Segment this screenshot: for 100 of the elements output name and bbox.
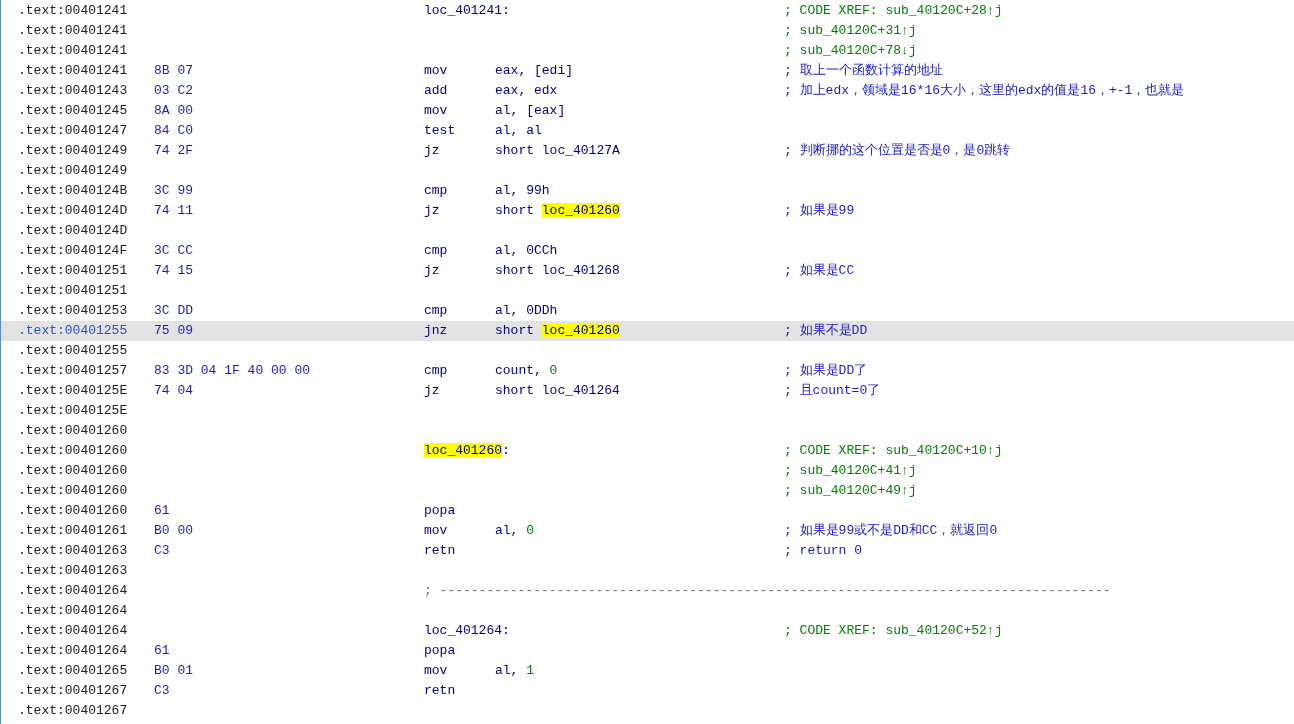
operand: short loc_401264 bbox=[495, 383, 620, 399]
mnemonic: retn bbox=[424, 543, 456, 559]
address: .text:00401241 bbox=[18, 22, 129, 41]
address: .text:00401264 bbox=[18, 622, 129, 641]
address: .text:00401255 bbox=[18, 342, 129, 361]
address: .text:00401260 bbox=[18, 462, 129, 481]
operand: al, 0CCh bbox=[495, 243, 558, 259]
address: .text:0040124B bbox=[18, 182, 129, 201]
address: .text:00401264 bbox=[18, 602, 129, 621]
opcode-bytes: 8B 07 bbox=[154, 63, 193, 79]
mnemonic: jz bbox=[424, 383, 440, 399]
address: .text:00401249 bbox=[18, 162, 129, 181]
address: .text:00401241 bbox=[18, 42, 129, 61]
opcode-bytes: 74 15 bbox=[154, 263, 193, 279]
operand: short loc_401260 bbox=[495, 203, 620, 219]
opcode-bytes: 74 11 bbox=[154, 203, 193, 219]
opcode-bytes: C3 bbox=[154, 543, 170, 559]
comment: ; 取上一个函数计算的地址 bbox=[784, 62, 943, 81]
opcode-bytes: 61 bbox=[154, 503, 170, 519]
address: .text:00401264 bbox=[18, 642, 129, 661]
address: .text:00401243 bbox=[18, 82, 129, 101]
comment: ; 如果是DD了 bbox=[784, 362, 868, 381]
address: .text:00401257 bbox=[18, 362, 129, 381]
mnemonic: test bbox=[424, 123, 456, 139]
opcode-bytes: 75 09 bbox=[154, 323, 193, 339]
address: .text:0040124D bbox=[18, 222, 129, 241]
mnemonic: retn bbox=[424, 683, 456, 699]
address: .text:00401260 bbox=[18, 442, 129, 461]
comment: ; sub_40120C+41↑j bbox=[784, 462, 917, 481]
comment: ; 如果是99 bbox=[784, 202, 855, 221]
address: .text:00401267 bbox=[18, 682, 129, 701]
comment: ; sub_40120C+78↓j bbox=[784, 42, 917, 61]
address: .text:00401255 bbox=[18, 322, 129, 341]
address: .text:00401263 bbox=[18, 542, 129, 561]
address: .text:00401251 bbox=[18, 282, 129, 301]
mnemonic: add bbox=[424, 83, 448, 99]
comment: ; sub_40120C+49↑j bbox=[784, 482, 917, 501]
opcode-bytes: 74 04 bbox=[154, 383, 193, 399]
operand: eax, edx bbox=[495, 83, 558, 99]
opcode-bytes: 8A 00 bbox=[154, 103, 193, 119]
comment: ; CODE XREF: sub_40120C+28↑j bbox=[784, 2, 1003, 21]
operand: al, al bbox=[495, 123, 542, 139]
address: .text:00401241 bbox=[18, 62, 129, 81]
comment: ; 如果不是DD bbox=[784, 322, 868, 341]
operand: short loc_401260 bbox=[495, 323, 620, 339]
address: .text:0040125E bbox=[18, 402, 129, 421]
comment: ; 加上edx，领域是16*16大小，这里的edx的值是16，+-1，也就是 bbox=[784, 82, 1185, 101]
mnemonic: mov bbox=[424, 103, 448, 119]
address: .text:00401245 bbox=[18, 102, 129, 121]
comment: ; CODE XREF: sub_40120C+52↑j bbox=[784, 622, 1003, 641]
mnemonic: jnz bbox=[424, 323, 448, 339]
mnemonic: jz bbox=[424, 203, 440, 219]
opcode-bytes: 03 C2 bbox=[154, 83, 193, 99]
address: .text:00401267 bbox=[18, 702, 129, 721]
opcode-bytes: B0 00 bbox=[154, 523, 193, 539]
address: .text:00401260 bbox=[18, 502, 129, 521]
mnemonic: cmp bbox=[424, 303, 448, 319]
operand: al, 0DDh bbox=[495, 303, 558, 319]
mnemonic: mov bbox=[424, 663, 448, 679]
address: .text:00401247 bbox=[18, 122, 129, 141]
mnemonic: jz bbox=[424, 263, 440, 279]
address: .text:00401251 bbox=[18, 262, 129, 281]
address: .text:00401261 bbox=[18, 522, 129, 541]
opcode-bytes: 74 2F bbox=[154, 143, 193, 159]
code-label: loc_401241: bbox=[424, 3, 510, 19]
opcode-bytes: 83 3D 04 1F 40 00 00 bbox=[154, 363, 311, 379]
mnemonic: popa bbox=[424, 503, 456, 519]
operand: al, 99h bbox=[495, 183, 550, 199]
address: .text:00401253 bbox=[18, 302, 129, 321]
comment: ; 如果是CC bbox=[784, 262, 855, 281]
address: .text:0040124D bbox=[18, 202, 129, 221]
mnemonic: cmp bbox=[424, 363, 448, 379]
address: .text:00401264 bbox=[18, 582, 129, 601]
opcode-bytes: 3C DD bbox=[154, 303, 193, 319]
opcode-bytes: 84 C0 bbox=[154, 123, 193, 139]
comment: ; sub_40120C+31↑j bbox=[784, 22, 917, 41]
operand: al, 1 bbox=[495, 663, 535, 679]
address: .text:00401260 bbox=[18, 482, 129, 501]
address: .text:00401265 bbox=[18, 662, 129, 681]
address: .text:0040125E bbox=[18, 382, 129, 401]
comment: ; 且count=0了 bbox=[784, 382, 881, 401]
comment: ; 如果是99或不是DD和CC，就返回0 bbox=[784, 522, 998, 541]
mnemonic: mov bbox=[424, 523, 448, 539]
operand: count, 0 bbox=[495, 363, 558, 379]
operand: al, 0 bbox=[495, 523, 535, 539]
operand: al, [eax] bbox=[495, 103, 566, 119]
address: .text:0040124F bbox=[18, 242, 129, 261]
operand: short loc_40127A bbox=[495, 143, 620, 159]
opcode-bytes: 61 bbox=[154, 643, 170, 659]
mnemonic: jz bbox=[424, 143, 440, 159]
comment: ; 判断挪的这个位置是否是0，是0跳转 bbox=[784, 142, 1011, 161]
address: .text:00401263 bbox=[18, 562, 129, 581]
opcode-bytes: B0 01 bbox=[154, 663, 193, 679]
separator-comment: ; -------------------------------------------------------------------------------------- bbox=[424, 582, 1111, 601]
mnemonic: mov bbox=[424, 63, 448, 79]
comment: ; CODE XREF: sub_40120C+10↑j bbox=[784, 442, 1003, 461]
address: .text:00401260 bbox=[18, 422, 129, 441]
comment: ; return 0 bbox=[784, 542, 862, 561]
address: .text:00401249 bbox=[18, 142, 129, 161]
opcode-bytes: 3C 99 bbox=[154, 183, 193, 199]
